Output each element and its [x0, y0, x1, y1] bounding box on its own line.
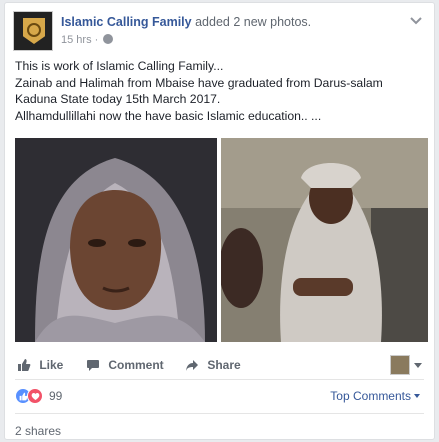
- chevron-down-icon[interactable]: [414, 363, 422, 368]
- post-action-text: added 2 new photos.: [195, 15, 312, 29]
- photo-1[interactable]: [15, 138, 217, 342]
- share-arrow-icon: [186, 360, 198, 371]
- divider: [15, 379, 424, 380]
- comment-button[interactable]: Comment: [86, 358, 164, 372]
- page-name-link[interactable]: Islamic Calling Family: [61, 15, 192, 29]
- post-text-line: This is work of Islamic Calling Family..…: [15, 59, 224, 73]
- share-button[interactable]: Share: [185, 358, 241, 372]
- like-button[interactable]: Like: [17, 358, 63, 372]
- photo-1-image: [15, 138, 217, 342]
- top-comments-label: Top Comments: [330, 389, 411, 403]
- post-text-line: Allhamdullillahi now the have basic Isla…: [15, 108, 322, 123]
- love-reaction-icon: [27, 388, 43, 404]
- like-label: Like: [39, 358, 64, 372]
- post-text-line: Kaduna State today 15th March 2017.: [15, 92, 221, 106]
- post-author-line: Islamic Calling Family added 2 new photo…: [61, 15, 311, 29]
- shares-count[interactable]: 2 shares: [15, 424, 61, 438]
- chevron-down-icon[interactable]: [408, 15, 424, 27]
- viewer-avatar[interactable]: [390, 355, 410, 375]
- photo-2-image: [221, 138, 428, 342]
- divider: [15, 413, 424, 414]
- post-text-line: Zainab and Halimah from Mbaise have grad…: [15, 75, 383, 90]
- post-text: This is work of Islamic Calling Family..…: [15, 58, 424, 124]
- share-label: Share: [207, 358, 241, 372]
- photo-2[interactable]: [221, 138, 428, 342]
- comment-bubble-icon: [87, 360, 99, 371]
- chevron-down-icon: [414, 394, 420, 398]
- meta-separator: ·: [94, 34, 99, 46]
- post-card: Islamic Calling Family added 2 new photo…: [4, 2, 435, 440]
- post-actions-bar: Like Comment Share: [15, 355, 424, 377]
- post-header: Islamic Calling Family added 2 new photo…: [13, 11, 426, 51]
- top-comments-dropdown[interactable]: Top Comments: [330, 389, 420, 403]
- page-avatar-icon[interactable]: [13, 11, 53, 51]
- reactions-bar: 99 Top Comments: [15, 388, 424, 406]
- globe-icon: [103, 34, 114, 44]
- reaction-icons[interactable]: [15, 388, 45, 404]
- post-timestamp[interactable]: 15 hrs: [61, 34, 92, 46]
- thumbs-up-icon: [18, 359, 31, 371]
- comment-label: Comment: [108, 358, 164, 372]
- photo-grid: [15, 138, 428, 342]
- badge-emblem: [27, 23, 41, 37]
- reaction-count[interactable]: 99: [49, 389, 62, 403]
- post-meta: 15 hrs ·: [61, 34, 114, 46]
